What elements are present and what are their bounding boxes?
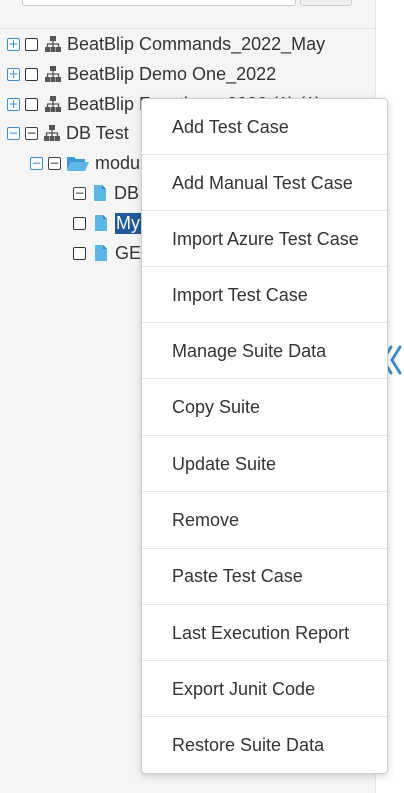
tree-node-label: DB (114, 182, 140, 203)
node-checkbox[interactable] (73, 246, 86, 260)
search-button[interactable] (300, 0, 352, 6)
sitemap-icon (43, 124, 61, 142)
menu-item-add-test-case[interactable]: Add Test Case (142, 99, 387, 155)
menu-item-update-suite[interactable]: Update Suite (142, 436, 387, 492)
collapse-icon[interactable]: − (30, 156, 43, 170)
menu-item-remove[interactable]: Remove (142, 492, 387, 548)
menu-item-copy-suite[interactable]: Copy Suite (142, 379, 387, 435)
expand-icon[interactable]: + (7, 67, 20, 81)
divider (0, 28, 375, 29)
context-menu: Add Test Case Add Manual Test Case Impor… (141, 98, 388, 774)
expand-icon[interactable]: + (7, 37, 20, 51)
tree-node-suite[interactable]: + BeatBlip Commands_2022_May (7, 32, 325, 56)
tree-node-suite[interactable]: − − DB Test (7, 121, 129, 145)
tree-node-label: BeatBlip Demo One_2022 (67, 63, 277, 84)
menu-item-add-manual-test-case[interactable]: Add Manual Test Case (142, 155, 387, 211)
node-checkbox-partial[interactable]: − (73, 186, 86, 200)
file-icon (92, 214, 110, 232)
menu-item-import-azure-test-case[interactable]: Import Azure Test Case (142, 211, 387, 267)
tree-node-label-selected: My (115, 212, 141, 234)
menu-item-paste-test-case[interactable]: Paste Test Case (142, 548, 387, 604)
tree-node-label: GE (115, 242, 142, 263)
node-checkbox[interactable] (25, 67, 38, 81)
sitemap-icon (44, 35, 62, 53)
tree-node-label: modu (95, 152, 141, 173)
menu-item-manage-suite-data[interactable]: Manage Suite Data (142, 323, 387, 379)
tree-node-label: BeatBlip Commands_2022_May (67, 33, 326, 54)
file-icon (92, 244, 110, 262)
menu-item-last-execution-report[interactable]: Last Execution Report (142, 605, 387, 661)
tree-node-testcase[interactable]: − DB (73, 181, 139, 205)
folder-open-icon (66, 154, 90, 172)
search-input[interactable] (22, 0, 296, 6)
sitemap-icon (44, 95, 62, 113)
node-checkbox[interactable] (25, 97, 38, 111)
tree-node-label: DB Test (66, 122, 129, 143)
menu-item-restore-suite-data[interactable]: Restore Suite Data (142, 717, 387, 773)
file-icon (91, 184, 109, 202)
menu-item-import-test-case[interactable]: Import Test Case (142, 267, 387, 323)
tree-node-folder[interactable]: − − modu (30, 151, 140, 175)
node-checkbox-partial[interactable]: − (48, 156, 61, 170)
tree-node-testcase[interactable]: GE (73, 241, 141, 265)
sitemap-icon (44, 65, 62, 83)
tree-node-testcase[interactable]: My (73, 211, 141, 235)
menu-item-export-junit-code[interactable]: Export Junit Code (142, 661, 387, 717)
node-checkbox[interactable] (73, 216, 86, 230)
node-checkbox[interactable] (25, 37, 38, 51)
collapse-icon[interactable]: − (7, 126, 20, 140)
node-checkbox-partial[interactable]: − (25, 126, 38, 140)
expand-icon[interactable]: + (7, 97, 20, 111)
tree-node-suite[interactable]: + BeatBlip Demo One_2022 (7, 62, 276, 86)
